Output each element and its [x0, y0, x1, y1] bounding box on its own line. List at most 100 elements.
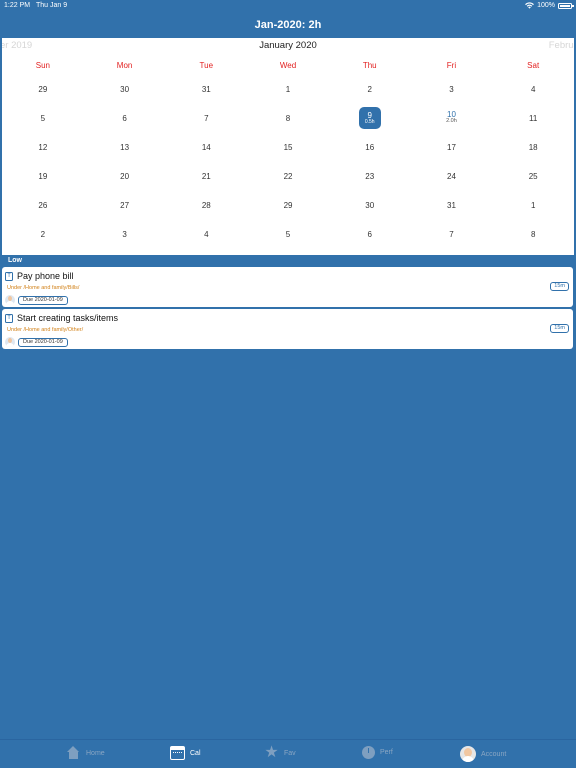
calendar-day[interactable]: 10 2.0h: [411, 107, 493, 136]
calendar-day-selected[interactable]: 9 0.5h: [329, 107, 411, 136]
calendar-day[interactable]: 4: [165, 223, 247, 252]
day-number: 23: [365, 172, 375, 181]
calendar-day[interactable]: 8: [492, 223, 574, 252]
tab-label: Account: [481, 750, 507, 758]
tab-home[interactable]: Home: [66, 746, 105, 760]
task-path: Under /Home and family/Bills/: [7, 285, 80, 291]
day-number: 31: [447, 201, 456, 210]
weekday-thu: Thu: [362, 61, 377, 70]
selected-day-pill: 9 0.5h: [358, 107, 381, 129]
tab-cal[interactable]: Cal: [170, 746, 201, 760]
weekday-sun: Sun: [35, 61, 50, 70]
calendar-day[interactable]: 27: [84, 194, 166, 223]
task-card[interactable]: T Pay phone bill Under /Home and family/…: [2, 267, 573, 307]
calendar-week: 26 27 28 29 30 31 1: [2, 194, 574, 223]
status-bar: 1:22 PM Thu Jan 9 100%: [0, 0, 576, 12]
day-number: 7: [204, 114, 209, 123]
calendar-week: 12 13 14 15 16 17 18: [2, 136, 574, 165]
calendar-day[interactable]: 19: [2, 165, 84, 194]
day-number: 8: [530, 230, 536, 239]
calendar-day[interactable]: 30: [84, 78, 166, 107]
weekday-wed: Wed: [279, 61, 297, 70]
calendar-day[interactable]: 15: [247, 136, 329, 165]
day-number: 30: [365, 201, 375, 210]
calendar-day[interactable]: 29: [247, 194, 329, 223]
day-number: 19: [38, 172, 48, 181]
home-icon: [66, 746, 81, 760]
tab-label: Fav: [284, 749, 296, 757]
calendar-day[interactable]: 25: [492, 165, 574, 194]
tab-perf[interactable]: Perf: [362, 746, 393, 759]
calendar-grid: 29 30 31 1 2 3 4 5 6 7 8 9 0.5h 10 2.0h …: [2, 78, 574, 252]
wifi-icon: [525, 2, 534, 9]
calendar-day[interactable]: 8: [247, 107, 329, 136]
calendar-day[interactable]: 23: [329, 165, 411, 194]
month-current: January 2020: [259, 40, 317, 51]
tab-label: Cal: [190, 749, 201, 757]
calendar-day[interactable]: 28: [165, 194, 247, 223]
status-time: 1:22 PM: [4, 2, 31, 9]
day-number: 3: [122, 230, 127, 239]
task-title: Start creating tasks/items: [17, 313, 119, 323]
calendar-day[interactable]: 26: [2, 194, 84, 223]
duration-badge: 15m: [550, 324, 569, 333]
calendar-day[interactable]: 3: [84, 223, 166, 252]
day-number: 13: [120, 143, 130, 152]
calendar-day[interactable]: 11: [492, 107, 574, 136]
calendar-day[interactable]: 18: [492, 136, 574, 165]
calendar-day[interactable]: 13: [84, 136, 166, 165]
month-next[interactable]: Februar: [549, 40, 574, 51]
calendar-week: 2 3 4 5 6 7 8: [2, 223, 574, 252]
calendar-day[interactable]: 5: [247, 223, 329, 252]
calendar-day[interactable]: 5: [2, 107, 84, 136]
calendar-day[interactable]: 31: [165, 78, 247, 107]
weekday-mon: Mon: [116, 61, 133, 70]
day-number: 3: [449, 85, 454, 94]
calendar-day[interactable]: 2: [2, 223, 84, 252]
tab-label: Home: [86, 749, 105, 757]
calendar-day[interactable]: 29: [2, 78, 84, 107]
calendar-week: 19 20 21 22 23 24 25: [2, 165, 574, 194]
task-path: Under /Home and family/Other/: [7, 327, 84, 333]
task-card[interactable]: T Start creating tasks/items Under /Home…: [2, 309, 573, 349]
calendar-day[interactable]: 24: [411, 165, 493, 194]
day-number: 27: [120, 201, 130, 210]
calendar-day[interactable]: 22: [247, 165, 329, 194]
calendar-day[interactable]: 14: [165, 136, 247, 165]
day-number: 4: [204, 230, 209, 239]
calendar-day[interactable]: 6: [84, 107, 166, 136]
weekday-fri: Fri: [446, 61, 457, 70]
tab-fav[interactable]: ★ Fav: [264, 744, 296, 761]
avatar-icon: [5, 295, 15, 305]
calendar-day[interactable]: 30: [329, 194, 411, 223]
calendar-day[interactable]: 17: [411, 136, 493, 165]
day-number: 12: [38, 143, 48, 152]
day-number: 2: [40, 230, 46, 239]
weekday-sat: Sat: [527, 61, 540, 70]
calendar-day[interactable]: 4: [492, 78, 574, 107]
calendar-day[interactable]: 2: [329, 78, 411, 107]
calendar-day[interactable]: 7: [411, 223, 493, 252]
calendar-day[interactable]: 7: [165, 107, 247, 136]
calendar-day[interactable]: 16: [329, 136, 411, 165]
day-number: 5: [285, 230, 291, 239]
day-number: 1: [285, 85, 291, 94]
month-prev[interactable]: er 2019: [2, 40, 32, 51]
weekday-row: Sun Mon Tue Wed Thu Fri Sat: [2, 61, 574, 70]
task-title: Pay phone bill: [17, 271, 74, 281]
calendar-day[interactable]: 1: [492, 194, 574, 223]
weekday-tue: Tue: [199, 61, 214, 70]
star-icon: ★: [264, 744, 279, 761]
tab-account[interactable]: Account: [460, 746, 506, 762]
due-badge: Due 2020-01-09: [18, 296, 68, 305]
calendar-day[interactable]: 21: [165, 165, 247, 194]
day-number: 1: [530, 201, 536, 210]
calendar-day[interactable]: 1: [247, 78, 329, 107]
clock-icon: [362, 746, 375, 759]
calendar-day[interactable]: 31: [411, 194, 493, 223]
day-number: 7: [449, 230, 454, 239]
calendar-day[interactable]: 6: [329, 223, 411, 252]
calendar-day[interactable]: 20: [84, 165, 166, 194]
calendar-day[interactable]: 3: [411, 78, 493, 107]
calendar-day[interactable]: 12: [2, 136, 84, 165]
